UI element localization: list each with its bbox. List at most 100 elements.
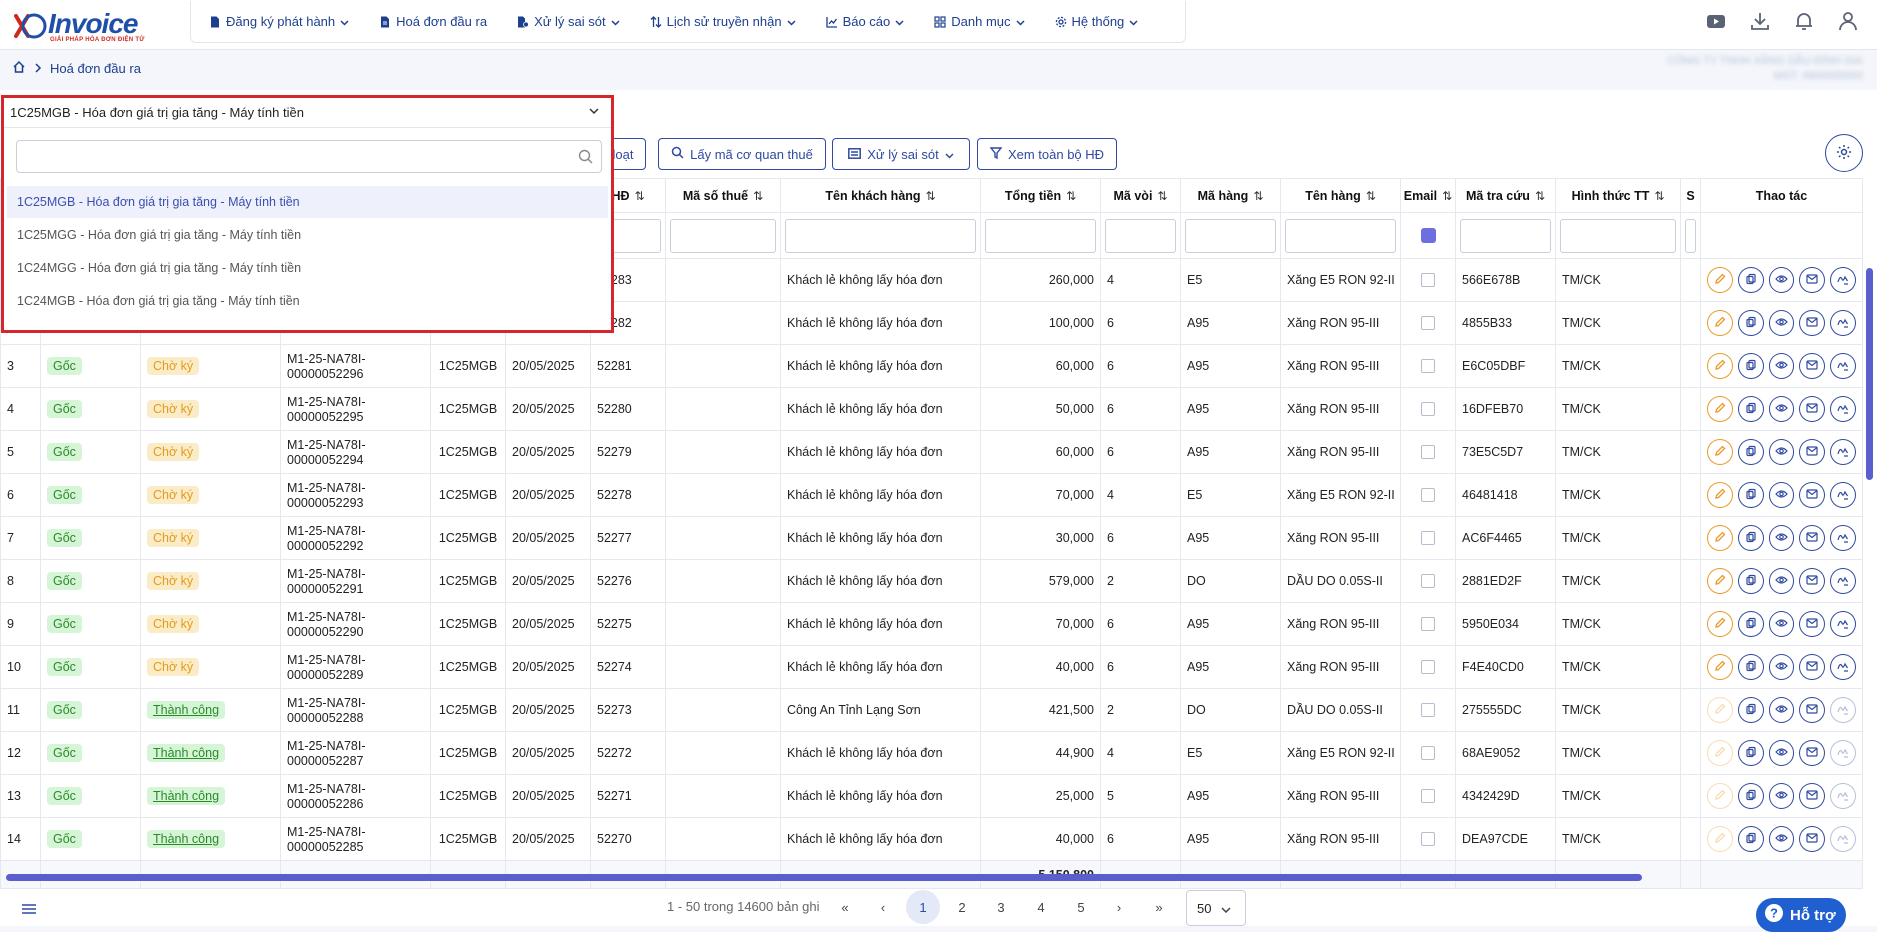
dropdown-option[interactable]: 1C24MGG - Hóa đơn giá trị gia tăng - Máy…: [7, 252, 608, 284]
mail-button[interactable]: [1799, 826, 1826, 852]
page-2-button[interactable]: 2: [945, 890, 979, 924]
email-checkbox[interactable]: [1421, 316, 1435, 330]
table-row[interactable]: 14 Gốc Thành công M1-25-NA78I- 00000052285 1C…: [0, 817, 1863, 861]
table-row[interactable]: 10 Gốc Chờ ký M1-25-NA78I- 00000052289 1C25MG…: [0, 645, 1863, 689]
table-row[interactable]: 6 Gốc Chờ ký M1-25-NA78I- 00000052293 1C25MGB…: [0, 473, 1863, 517]
email-checkbox[interactable]: [1421, 703, 1435, 717]
col-header-product-name[interactable]: Tên hàng ⇅: [1280, 178, 1401, 213]
filter-lookup-input[interactable]: [1460, 218, 1551, 253]
copy-button[interactable]: [1737, 826, 1764, 852]
table-row[interactable]: 7 Gốc Chờ ký M1-25-NA78I- 00000052292 1C25MGB…: [0, 516, 1863, 560]
brand-logo[interactable]: Invoice GIẢI PHÁP HÓA ĐƠN ĐIỆN TỬ: [12, 6, 152, 46]
filter-payment-input[interactable]: [1560, 218, 1676, 253]
copy-button[interactable]: [1737, 396, 1764, 422]
filter-total-input[interactable]: [985, 218, 1096, 253]
sign-button[interactable]: [1830, 482, 1856, 508]
eye-button[interactable]: [1768, 525, 1795, 551]
mail-button[interactable]: [1799, 353, 1826, 379]
sign-button[interactable]: [1830, 310, 1856, 336]
col-header-buyer-tax-id[interactable]: Mã số thuế ⇅: [665, 178, 781, 213]
get-tax-code-button[interactable]: Lấy mã cơ quan thuế: [658, 138, 826, 170]
edit-button[interactable]: [1707, 310, 1733, 336]
table-row[interactable]: 12 Gốc Thành công M1-25-NA78I- 00000052287 1C…: [0, 731, 1863, 775]
col-header-product-code[interactable]: Mã hàng ⇅: [1180, 178, 1281, 213]
email-checkbox[interactable]: [1421, 574, 1435, 588]
col-header-nozzle[interactable]: Mã vòi ⇅: [1100, 178, 1181, 213]
email-checkbox[interactable]: [1421, 402, 1435, 416]
sign-button[interactable]: [1830, 654, 1856, 680]
mail-button[interactable]: [1799, 267, 1826, 293]
email-checkbox[interactable]: [1421, 273, 1435, 287]
email-checkbox[interactable]: [1421, 617, 1435, 631]
mail-button[interactable]: [1799, 439, 1826, 465]
nav-item-1[interactable]: Hoá đơn đầu ra: [379, 14, 487, 29]
copy-button[interactable]: [1737, 697, 1764, 723]
bell-icon[interactable]: [1793, 10, 1815, 32]
sign-button[interactable]: [1830, 525, 1856, 551]
eye-button[interactable]: [1768, 740, 1795, 766]
status-badge[interactable]: Thành công: [147, 830, 226, 848]
filter-s-input[interactable]: [1685, 218, 1696, 253]
edit-button[interactable]: [1707, 783, 1733, 809]
copy-button[interactable]: [1737, 310, 1764, 336]
table-row[interactable]: 8 Gốc Chờ ký M1-25-NA78I- 00000052291 1C25MGB…: [0, 559, 1863, 603]
sign-button[interactable]: [1830, 740, 1856, 766]
email-checkbox[interactable]: [1421, 789, 1435, 803]
col-header-lookup-code[interactable]: Mã tra cứu ⇅: [1455, 178, 1556, 213]
user-icon[interactable]: [1837, 10, 1859, 32]
first-page-button[interactable]: «: [828, 890, 862, 924]
filter-customer-input[interactable]: [785, 218, 976, 253]
email-checkbox[interactable]: [1421, 488, 1435, 502]
table-row[interactable]: 11 Gốc Thành công M1-25-NA78I- 00000052288 1C…: [0, 688, 1863, 732]
copy-button[interactable]: [1737, 611, 1764, 637]
table-row[interactable]: 5 Gốc Chờ ký M1-25-NA78I- 00000052294 1C25MGB…: [0, 430, 1863, 474]
mail-button[interactable]: [1799, 611, 1826, 637]
filter-email-checkbox[interactable]: [1420, 228, 1436, 243]
col-header-payment[interactable]: Hình thức TT ⇅: [1555, 178, 1681, 213]
page-4-button[interactable]: 4: [1024, 890, 1058, 924]
nav-item-3[interactable]: Lịch sử truyền nhận: [650, 14, 796, 29]
table-row[interactable]: 13 Gốc Thành công M1-25-NA78I- 00000052286 1C…: [0, 774, 1863, 818]
mail-button[interactable]: [1799, 697, 1826, 723]
dropdown-selected[interactable]: 1C25MGB - Hóa đơn giá trị gia tăng - Máy…: [4, 98, 611, 128]
help-button[interactable]: ? Hỗ trợ: [1756, 898, 1846, 932]
page-size-select[interactable]: 50: [1186, 890, 1246, 926]
error-handling-button[interactable]: Xử lý sai sót: [832, 138, 970, 170]
eye-button[interactable]: [1768, 310, 1795, 336]
copy-button[interactable]: [1737, 353, 1764, 379]
eye-button[interactable]: [1768, 353, 1795, 379]
email-checkbox[interactable]: [1421, 746, 1435, 760]
mail-button[interactable]: [1799, 482, 1826, 508]
status-badge[interactable]: Thành công: [147, 701, 226, 719]
nav-item-6[interactable]: Hệ thống: [1055, 14, 1139, 29]
edit-button[interactable]: [1707, 740, 1733, 766]
eye-button[interactable]: [1768, 482, 1795, 508]
youtube-icon[interactable]: [1705, 10, 1727, 32]
copy-button[interactable]: [1737, 654, 1764, 680]
sign-button[interactable]: [1830, 396, 1856, 422]
edit-button[interactable]: [1707, 482, 1733, 508]
status-badge[interactable]: Thành công: [147, 744, 226, 762]
page-1-button[interactable]: 1: [906, 890, 940, 924]
col-header-email[interactable]: Email ⇅: [1400, 178, 1456, 213]
horizontal-scrollbar[interactable]: [6, 874, 1642, 881]
sign-button[interactable]: [1830, 611, 1856, 637]
breadcrumb-current[interactable]: Hoá đơn đầu ra: [50, 61, 141, 76]
status-badge[interactable]: Thành công: [147, 787, 226, 805]
vertical-scrollbar[interactable]: [1866, 268, 1873, 480]
table-row[interactable]: 9 Gốc Chờ ký M1-25-NA78I- 00000052290 1C25MGB…: [0, 602, 1863, 646]
view-all-invoices-button[interactable]: Xem toàn bộ HĐ: [977, 138, 1117, 170]
filter-tax-id-input[interactable]: [670, 218, 776, 253]
nav-item-5[interactable]: Danh mục: [934, 14, 1025, 29]
dropdown-option[interactable]: 1C24MGB - Hóa đơn giá trị gia tăng - Máy…: [7, 285, 608, 317]
sign-button[interactable]: [1830, 439, 1856, 465]
next-page-button[interactable]: ›: [1102, 890, 1136, 924]
dropdown-option[interactable]: 1C25MGB - Hóa đơn giá trị gia tăng - Máy…: [7, 186, 608, 218]
dropdown-search-input[interactable]: [16, 140, 602, 173]
filter-product-name-input[interactable]: [1285, 218, 1396, 253]
table-settings-button[interactable]: [1825, 134, 1863, 172]
sign-button[interactable]: [1830, 697, 1856, 723]
email-checkbox[interactable]: [1421, 531, 1435, 545]
eye-button[interactable]: [1768, 611, 1795, 637]
col-header-customer-name[interactable]: Tên khách hàng ⇅: [780, 178, 981, 213]
